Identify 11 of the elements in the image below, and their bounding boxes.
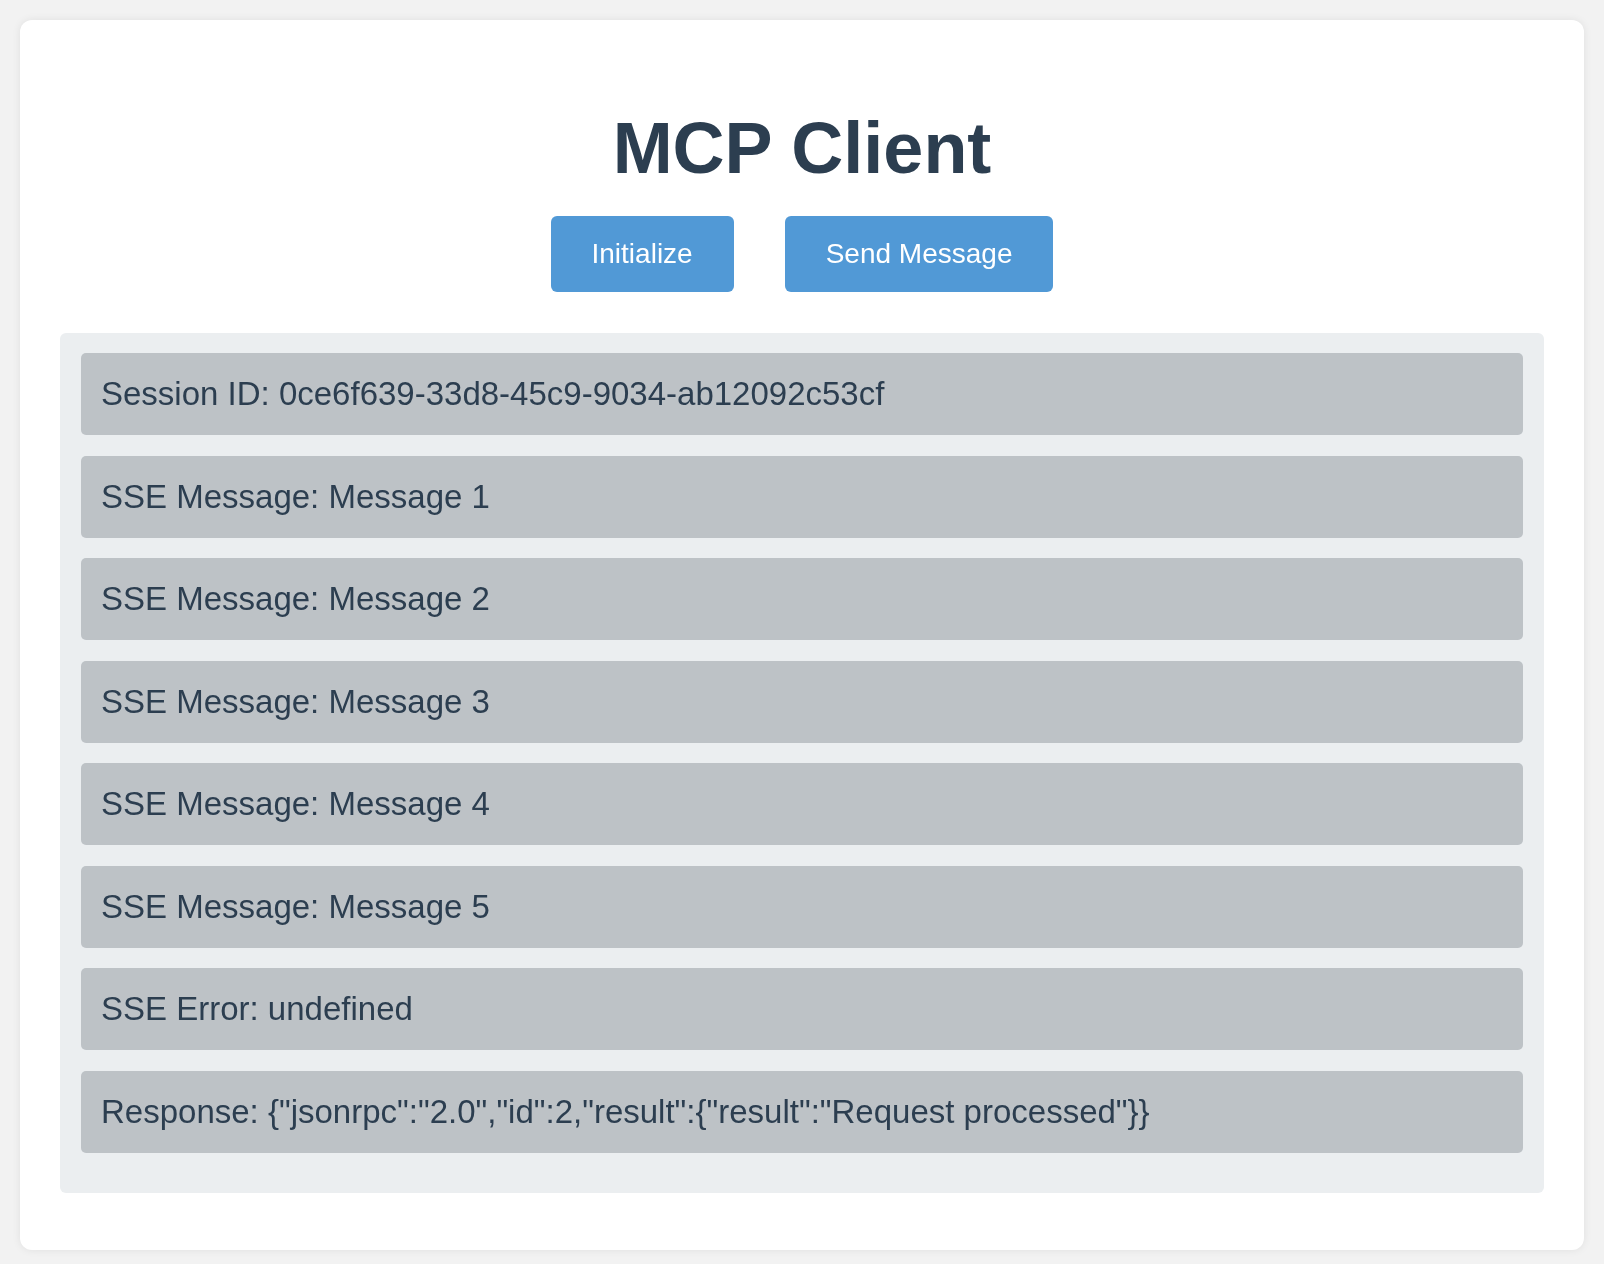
log-entry: SSE Error: undefined: [81, 968, 1523, 1050]
log-entry: SSE Message: Message 3: [81, 660, 1523, 743]
log-entry: SSE Message: Message 5: [81, 865, 1523, 948]
action-button[interactable]: Send Message: [784, 216, 1054, 292]
log-entry: SSE Message: Message 4: [81, 763, 1523, 845]
log-entry: Response: {"jsonrpc":"2.0","id":2,"result":{"result":"Request processed"}}: [81, 1070, 1523, 1153]
log-entry: Session ID: 0ce6f639-33d8-45c9-9034-ab12092c53cf: [81, 353, 1523, 435]
log-entry: SSE Message: Message 2: [81, 558, 1523, 640]
page-title: MCP Client: [611, 107, 993, 190]
action-button[interactable]: Initialize: [550, 216, 734, 292]
log-entry: SSE Message: Message 1: [81, 455, 1523, 538]
